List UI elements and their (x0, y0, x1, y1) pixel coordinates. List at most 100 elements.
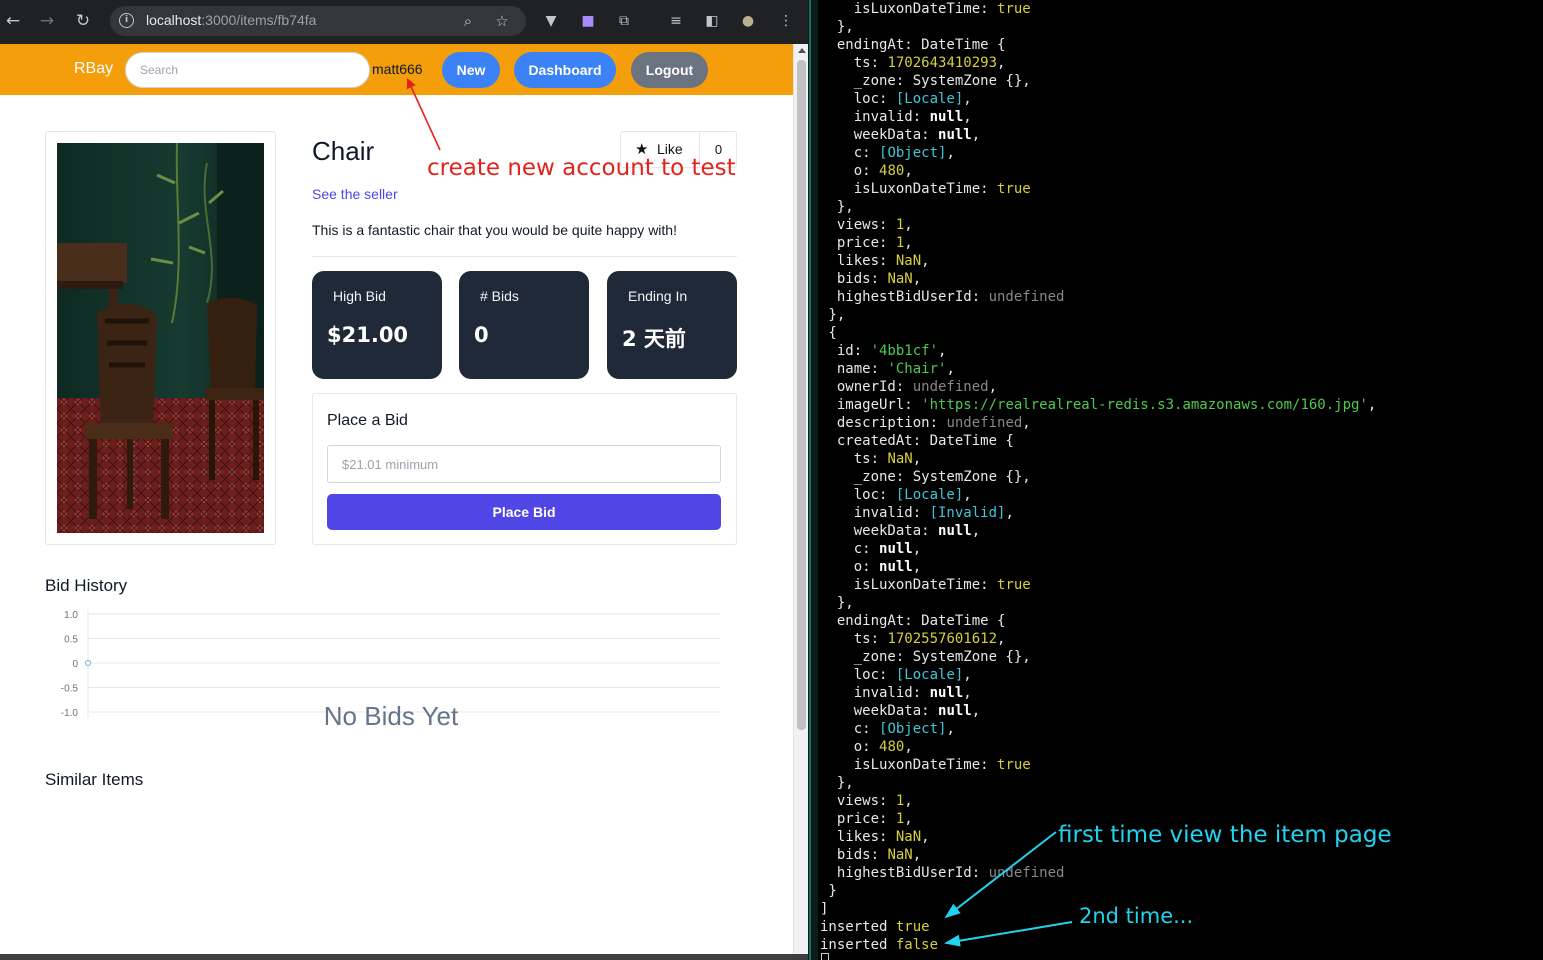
extensions-puzzle-icon[interactable]: ⧉ (614, 11, 634, 31)
terminal-token: endingAt: DateTime { (820, 613, 1006, 629)
kebab-menu-icon[interactable]: ⋮ (776, 11, 796, 31)
bid-count-card: # Bids 0 (459, 271, 589, 379)
terminal-token: [Locale] (895, 667, 964, 683)
terminal-line: inserted false (820, 936, 938, 954)
bid-amount-input[interactable] (327, 445, 721, 483)
terminal-token: , (904, 235, 913, 251)
back-arrow-icon[interactable]: ← (2, 10, 24, 32)
terminal-token: , (912, 541, 922, 557)
terminal-line: }, (820, 198, 854, 216)
terminal-token: true (997, 1, 1031, 17)
address-bar[interactable]: i localhost:3000/items/fb74fa ⌕ ☆ (110, 6, 526, 36)
side-panel-icon[interactable]: ◧ (702, 11, 722, 31)
terminal-token: o: (820, 559, 880, 575)
page-scrollbar[interactable] (793, 44, 808, 960)
extension-icon[interactable]: ■ (578, 11, 598, 31)
zoom-icon[interactable]: ⌕ (458, 11, 478, 31)
terminal-line: likes: NaN, (820, 828, 930, 846)
vue-devtools-icon[interactable]: ▼ (541, 11, 561, 31)
terminal-token: null (879, 559, 913, 575)
url-text[interactable]: localhost:3000/items/fb74fa (146, 12, 316, 28)
annotation-cyan-note-2: 2nd time... (1079, 904, 1194, 928)
terminal-token: ] (820, 901, 829, 917)
see-seller-link[interactable]: See the seller (312, 186, 398, 202)
window-divider-line (809, 0, 811, 960)
terminal-line: _zone: SystemZone {}, (820, 468, 1031, 486)
terminal-line: ts: 1702557601612, (820, 630, 1006, 648)
brand-logo[interactable]: RBay (74, 60, 113, 78)
terminal-line: ownerId: undefined, (820, 378, 997, 396)
terminal-line: invalid: [Invalid], (820, 504, 1014, 522)
terminal-line: c: null, (820, 540, 921, 558)
terminal-token: , (946, 361, 955, 377)
terminal-line: endingAt: DateTime { (820, 36, 1006, 54)
terminal-token: loc: (820, 487, 896, 503)
terminal-line: id: '4bb1cf', (820, 342, 947, 360)
terminal-token: , (997, 631, 1006, 647)
terminal-line: o: null, (820, 558, 921, 576)
terminal-line: }, (820, 306, 845, 324)
terminal-token: _zone: SystemZone {}, (820, 73, 1031, 89)
terminal-token: name: (820, 361, 888, 377)
terminal-token: 480 (879, 163, 905, 179)
terminal-token: invalid: (820, 505, 930, 521)
terminal-line: highestBidUserId: undefined (820, 288, 1065, 306)
terminal-token: , (912, 271, 922, 287)
terminal-token: isLuxonDateTime: (820, 181, 998, 197)
terminal-token: , (921, 253, 930, 269)
y-tick-label: 0.5 (64, 635, 78, 646)
media-control-icon[interactable]: ≡ (666, 11, 686, 31)
annotation-cyan-note-1: first time view the item page (1058, 822, 1392, 848)
terminal-token: NaN (887, 271, 913, 287)
terminal-token: }, (820, 775, 854, 791)
forward-arrow-icon[interactable]: → (36, 10, 58, 32)
terminal-line: isLuxonDateTime: true (820, 756, 1031, 774)
terminal-token: isLuxonDateTime: (820, 577, 998, 593)
terminal-token: _zone: SystemZone {}, (820, 649, 1031, 665)
scrollbar-thumb[interactable] (797, 60, 806, 730)
terminal-line: loc: [Locale], (820, 90, 972, 108)
terminal-line: views: 1, (820, 792, 913, 810)
terminal-token: views: (820, 217, 896, 233)
terminal-token: 'Chair' (887, 361, 947, 377)
profile-avatar-icon[interactable]: ● (738, 11, 758, 31)
terminal-token: null (938, 523, 972, 539)
terminal-line: bids: NaN, (820, 846, 921, 864)
search-input[interactable] (125, 52, 370, 88)
dashboard-button[interactable]: Dashboard (514, 52, 616, 88)
terminal-token: 1702643410293 (887, 55, 998, 71)
terminal-line: invalid: null, (820, 108, 972, 126)
terminal-token: , (971, 523, 981, 539)
logout-button[interactable]: Logout (631, 52, 708, 88)
scroll-up-arrow-icon[interactable] (798, 48, 806, 53)
terminal-token: true (997, 577, 1031, 593)
terminal-token: bids: (820, 271, 888, 287)
terminal-line: highestBidUserId: undefined (820, 864, 1065, 882)
terminal-line: endingAt: DateTime { (820, 612, 1006, 630)
terminal-token: , (912, 559, 922, 575)
terminal-line: likes: NaN, (820, 252, 930, 270)
terminal-token: c: (820, 145, 880, 161)
terminal-token: [Object] (879, 721, 947, 737)
terminal-token: invalid: (820, 685, 930, 701)
terminal-line: weekData: null, (820, 702, 980, 720)
stat-label: # Bids (480, 288, 519, 304)
bookmark-star-icon[interactable]: ☆ (492, 11, 512, 31)
site-info-icon[interactable]: i (119, 13, 134, 28)
terminal-token: }, (820, 19, 854, 35)
terminal-token: NaN (887, 847, 913, 863)
terminal-token: 'https://realrealreal-redis.s3.amazonaws… (921, 397, 1368, 413)
terminal-token: true (997, 181, 1031, 197)
terminal-token: [Locale] (895, 487, 964, 503)
terminal-token: , (1022, 415, 1031, 431)
stat-label: Ending In (628, 288, 688, 304)
reload-icon[interactable]: ↻ (72, 10, 94, 32)
y-tick-label: -0.5 (61, 684, 79, 695)
terminal-output[interactable]: isLuxonDateTime: true }, endingAt: DateT… (818, 0, 1543, 960)
new-item-button[interactable]: New (442, 52, 500, 88)
terminal-line: _zone: SystemZone {}, (820, 648, 1031, 666)
terminal-line: loc: [Locale], (820, 486, 972, 504)
place-bid-button[interactable]: Place Bid (327, 494, 721, 530)
terminal-token: , (938, 343, 947, 359)
terminal-token: , (1367, 397, 1377, 413)
